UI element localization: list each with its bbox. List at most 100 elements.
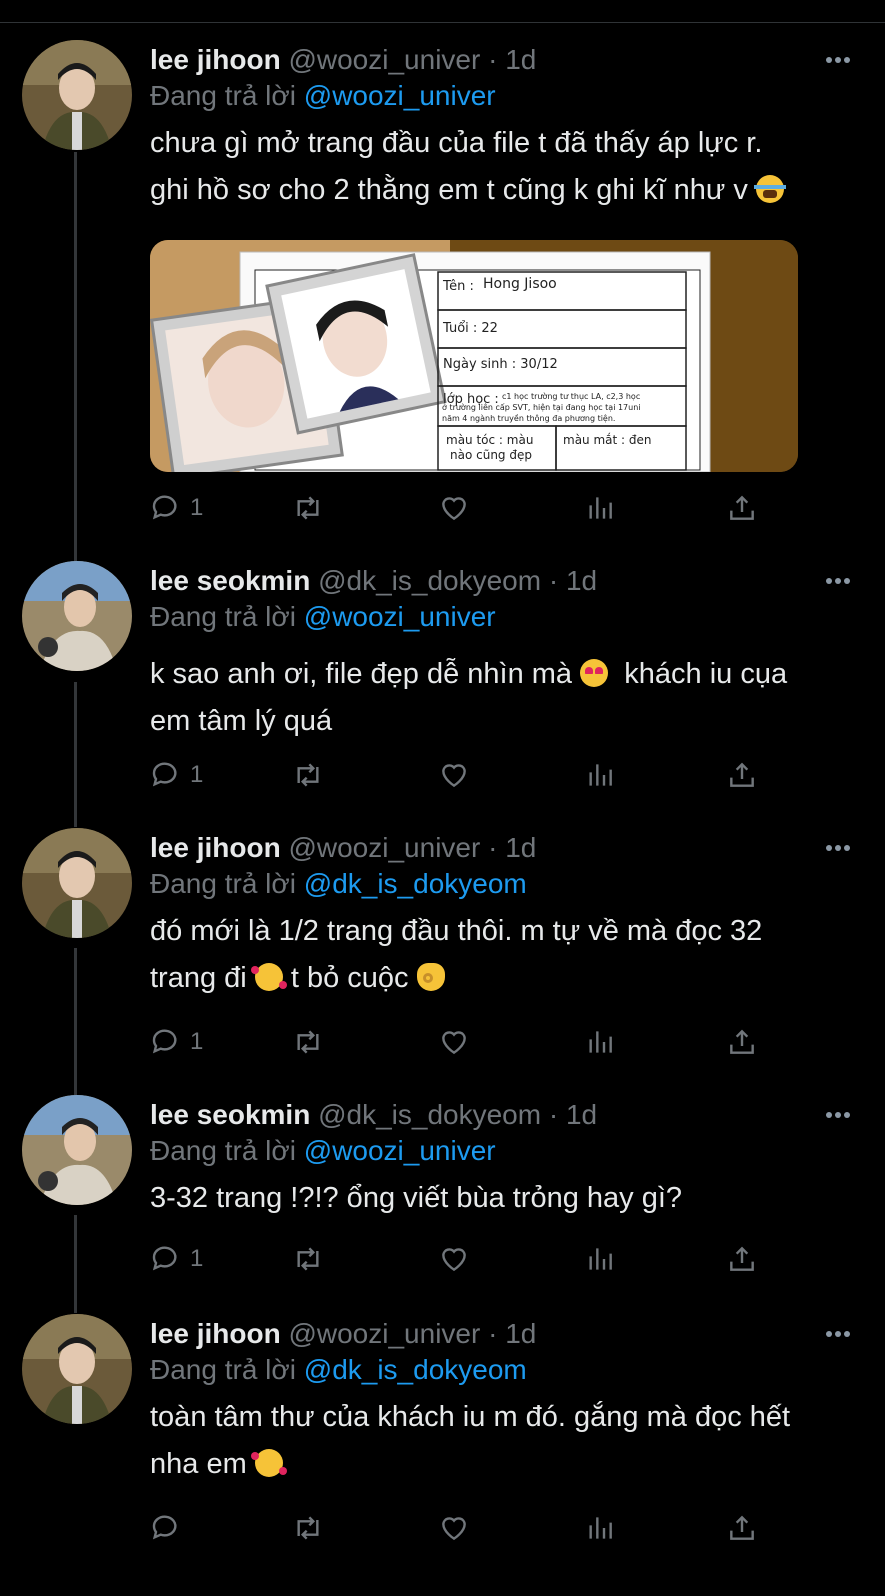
display-name[interactable]: lee seokmin bbox=[150, 1099, 310, 1130]
reply-mention[interactable]: @woozi_univer bbox=[304, 80, 496, 111]
text-line: trang đi bbox=[150, 962, 247, 994]
text-line: toàn tâm thư của khách iu m đó. gắng mà … bbox=[150, 1401, 791, 1433]
tweet-text: k sao anh ơi, file đẹp dễ nhìn mà khách … bbox=[150, 651, 865, 745]
views-icon bbox=[589, 497, 612, 519]
views-icon bbox=[589, 1031, 612, 1053]
like-button[interactable] bbox=[438, 755, 470, 795]
reply-button[interactable]: 1 bbox=[150, 1239, 203, 1279]
handle[interactable]: @woozi_univer bbox=[288, 832, 480, 863]
more-icon[interactable] bbox=[826, 50, 853, 68]
sheet-age: Tuổi : 22 bbox=[442, 321, 498, 336]
timestamp[interactable]: · 1d bbox=[488, 1318, 536, 1349]
thread-line bbox=[74, 1215, 77, 1313]
retweet-button[interactable] bbox=[292, 488, 324, 528]
display-name[interactable]: lee jihoon bbox=[150, 44, 281, 75]
display-name[interactable]: lee jihoon bbox=[150, 832, 281, 863]
thread-line bbox=[74, 682, 77, 827]
timestamp[interactable]: · 1d bbox=[488, 832, 536, 863]
more-icon[interactable] bbox=[826, 571, 853, 589]
tweet-text: toàn tâm thư của khách iu m đó. gắng mà … bbox=[150, 1394, 865, 1488]
display-name[interactable]: lee seokmin bbox=[150, 565, 310, 596]
like-button[interactable] bbox=[438, 1022, 470, 1062]
smiling-face-with-hearts-icon bbox=[250, 1449, 287, 1477]
reply-button[interactable]: 1 bbox=[150, 1022, 203, 1062]
sheet-class-value: c1 học trường tư thục LA, c2,3 học bbox=[502, 391, 640, 402]
reply-count: 1 bbox=[190, 761, 204, 788]
reply-count: 1 bbox=[190, 1028, 204, 1055]
sheet-hair: nào cũng đẹp bbox=[450, 448, 532, 462]
handle[interactable]: @dk_is_dokyeom bbox=[318, 565, 541, 596]
top-divider bbox=[0, 22, 885, 23]
handle[interactable]: @woozi_univer bbox=[288, 44, 480, 75]
views-button[interactable] bbox=[584, 1508, 616, 1548]
reply-context: Đang trả lời @woozi_univer bbox=[150, 601, 496, 633]
views-button[interactable] bbox=[584, 1022, 616, 1062]
sheet-class-value: năm 4 ngành truyền thông đa phương tiện. bbox=[442, 413, 615, 423]
more-icon[interactable] bbox=[826, 838, 853, 856]
text-line-wrap: trang đi t bỏ cuộc bbox=[150, 955, 865, 1002]
avatar[interactable] bbox=[22, 828, 132, 938]
display-name[interactable]: lee jihoon bbox=[150, 1318, 281, 1349]
avatar[interactable] bbox=[22, 561, 132, 671]
sheet-dob: Ngày sinh : 30/12 bbox=[443, 357, 558, 372]
share-icon bbox=[730, 495, 754, 520]
tweet-image[interactable]: Tên : Hong Jisoo Tuổi : 22 Ngày sinh : 3… bbox=[150, 240, 798, 472]
reply-mention[interactable]: @dk_is_dokyeom bbox=[304, 868, 527, 899]
text-line: em tâm lý quá bbox=[150, 705, 333, 737]
like-button[interactable] bbox=[438, 488, 470, 528]
retweet-icon bbox=[297, 1247, 319, 1271]
reply-context: Đang trả lời @dk_is_dokyeom bbox=[150, 1354, 527, 1386]
reply-mention[interactable]: @woozi_univer bbox=[304, 1135, 496, 1166]
views-button[interactable] bbox=[584, 488, 616, 528]
reply-button[interactable] bbox=[150, 1508, 190, 1548]
handle[interactable]: @woozi_univer bbox=[288, 1318, 480, 1349]
sheet-name-value: Hong Jisoo bbox=[483, 276, 557, 292]
retweet-button[interactable] bbox=[292, 755, 324, 795]
retweet-button[interactable] bbox=[292, 1508, 324, 1548]
ok-hand-icon bbox=[416, 963, 445, 991]
avatar[interactable] bbox=[22, 40, 132, 150]
tweet-text: 3-32 trang !?!? ổng viết bùa trỏng hay g… bbox=[150, 1175, 865, 1222]
more-icon[interactable] bbox=[826, 1105, 853, 1123]
share-button[interactable] bbox=[726, 1239, 758, 1279]
reply-count: 1 bbox=[190, 494, 204, 521]
reply-icon bbox=[152, 1029, 177, 1054]
reply-button[interactable]: 1 bbox=[150, 488, 203, 528]
avatar[interactable] bbox=[22, 1095, 132, 1205]
reply-button[interactable]: 1 bbox=[150, 755, 203, 795]
like-button[interactable] bbox=[438, 1239, 470, 1279]
reply-context: Đang trả lời @woozi_univer bbox=[150, 1135, 496, 1167]
retweet-button[interactable] bbox=[292, 1022, 324, 1062]
views-button[interactable] bbox=[584, 755, 616, 795]
timestamp[interactable]: · 1d bbox=[488, 44, 536, 75]
retweet-icon bbox=[297, 1516, 319, 1540]
retweet-button[interactable] bbox=[292, 1239, 324, 1279]
tweet-text: đó mới là 1/2 trang đầu thôi. m tự về mà… bbox=[150, 908, 865, 1002]
reply-count: 1 bbox=[190, 1245, 204, 1272]
more-icon[interactable] bbox=[826, 1324, 853, 1342]
reply-icon bbox=[152, 762, 177, 787]
retweet-icon bbox=[297, 1030, 319, 1054]
share-button[interactable] bbox=[726, 488, 758, 528]
handle[interactable]: @dk_is_dokyeom bbox=[318, 1099, 541, 1130]
timestamp[interactable]: · 1d bbox=[549, 565, 597, 596]
share-button[interactable] bbox=[726, 755, 758, 795]
share-button[interactable] bbox=[726, 1022, 758, 1062]
reply-prefix: Đang trả lời bbox=[150, 1135, 296, 1166]
share-button[interactable] bbox=[726, 1508, 758, 1548]
reply-context: Đang trả lời @woozi_univer bbox=[150, 80, 496, 112]
text-line-wrap: nha em bbox=[150, 1441, 865, 1488]
reply-mention[interactable]: @dk_is_dokyeom bbox=[304, 1354, 527, 1385]
tweet-header: lee seokmin @dk_is_dokyeom · 1d bbox=[150, 1099, 597, 1131]
reply-mention[interactable]: @woozi_univer bbox=[304, 601, 496, 632]
like-button[interactable] bbox=[438, 1508, 470, 1548]
like-icon bbox=[442, 764, 466, 788]
thread-line bbox=[74, 948, 77, 1095]
share-icon bbox=[730, 1029, 754, 1054]
text-line: k sao anh ơi, file đẹp dễ nhìn mà bbox=[150, 658, 573, 690]
timestamp[interactable]: · 1d bbox=[549, 1099, 597, 1130]
tweet-actions: 1 bbox=[150, 488, 790, 528]
avatar[interactable] bbox=[22, 1314, 132, 1424]
views-button[interactable] bbox=[584, 1239, 616, 1279]
text-line: 3-32 trang !?!? ổng viết bùa trỏng hay g… bbox=[150, 1182, 683, 1214]
